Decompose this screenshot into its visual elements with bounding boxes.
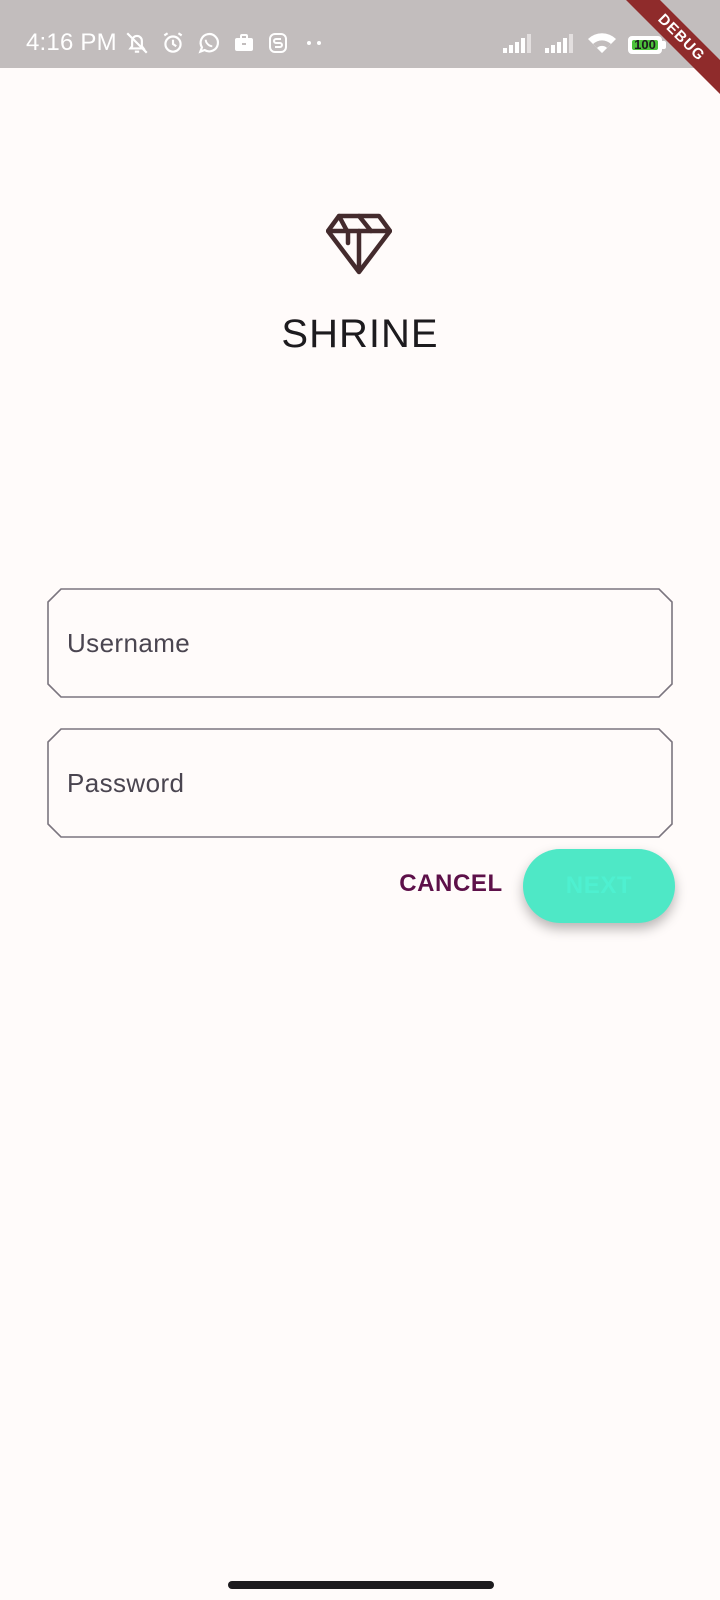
username-input[interactable] [61,590,651,696]
app-title: SHRINE [281,312,439,356]
battery-icon: 100 [628,35,668,56]
diamond-icon [326,213,392,275]
password-input[interactable] [61,730,651,836]
signal-icon [544,32,576,59]
briefcase-icon [232,31,256,55]
alarm-icon [160,30,186,56]
cancel-button[interactable]: CANCEL [392,858,510,910]
more-dots-icon [300,31,328,55]
battery-level: 100 [634,36,656,52]
s-app-icon [266,31,290,55]
password-field[interactable] [47,728,673,838]
username-field[interactable] [47,588,673,698]
status-time: 4:16 PM [26,29,117,56]
status-icons-left [124,30,328,56]
whatsapp-icon [196,30,222,56]
status-bar: 4:16 PM 100 [0,0,720,68]
home-indicator[interactable] [228,1581,494,1589]
notifications-off-icon [124,30,150,56]
next-button[interactable]: NEXT [523,849,675,923]
signal-icon [502,32,534,59]
status-icons-right: 100 [502,31,668,60]
wifi-icon [586,31,618,60]
